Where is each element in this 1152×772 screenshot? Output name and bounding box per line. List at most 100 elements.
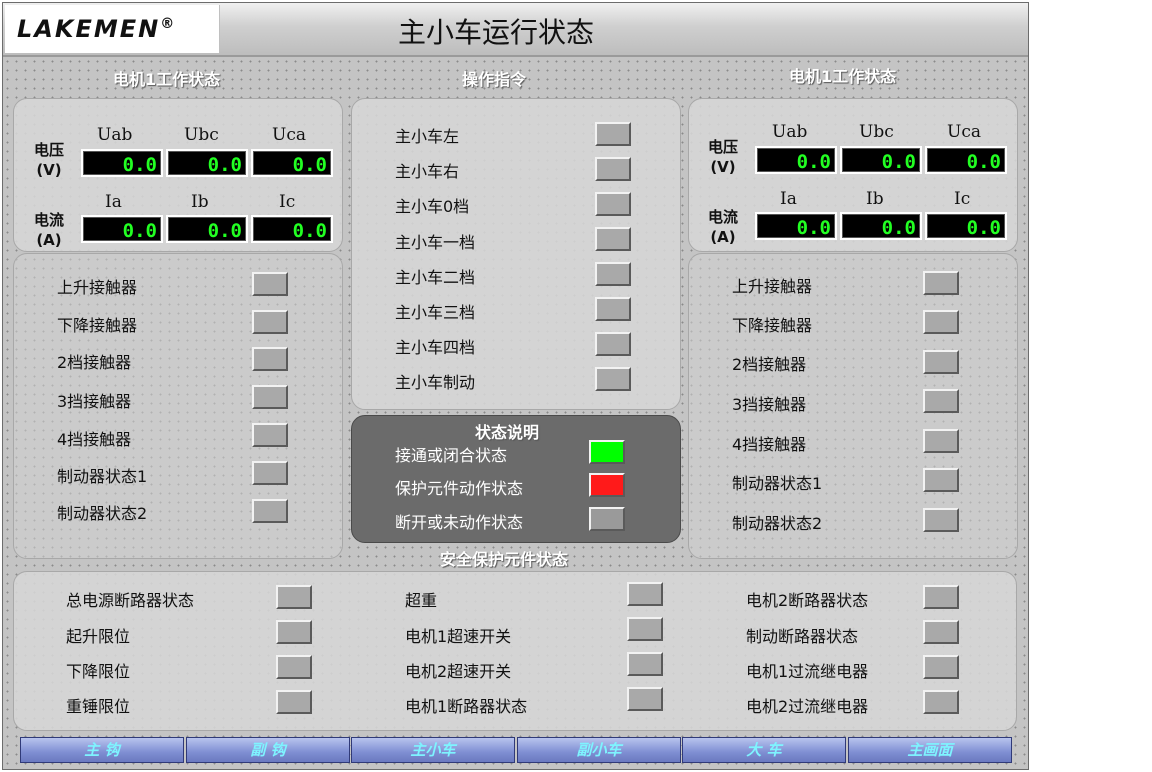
legend-swatch-protect (589, 473, 625, 497)
motor2-indicator (923, 271, 959, 295)
motor2-row-label: 下降接触器 (732, 316, 813, 335)
motor2-uab-label: Uab (772, 122, 808, 142)
motor2-ubc-label: Ubc (859, 122, 894, 142)
safety-indicator (923, 690, 959, 714)
nav-aux-trolley-button[interactable]: 副小车 (517, 737, 681, 763)
motor1-section-title: 电机1工作状态 (113, 70, 221, 89)
motor1-row-label: 2档接触器 (57, 353, 132, 372)
motor2-ia-readout: 0.0 (755, 212, 837, 240)
safety-indicator (276, 585, 312, 609)
motor2-row-label: 3挡接触器 (732, 395, 807, 414)
command-indicator (595, 157, 631, 181)
safety-label: 重锤限位 (66, 697, 131, 716)
legend-swatch-off (589, 507, 625, 531)
motor2-indicator (923, 310, 959, 334)
motor1-row-label: 3挡接触器 (57, 392, 132, 411)
safety-label: 制动断路器状态 (746, 627, 859, 646)
motor1-indicator (252, 461, 288, 485)
safety-indicator (923, 585, 959, 609)
command-indicator (595, 367, 631, 391)
motor1-uca-label: Uca (272, 125, 306, 145)
motor2-ib-label: Ib (866, 189, 884, 209)
motor1-uab-readout: 0.0 (81, 149, 163, 177)
motor2-ia-label: Ia (780, 189, 797, 209)
safety-indicator (276, 655, 312, 679)
motor1-indicator (252, 385, 288, 409)
command-label: 主小车0档 (395, 197, 470, 216)
motor1-uca-readout: 0.0 (251, 149, 333, 177)
motor2-row-label: 4挡接触器 (732, 435, 807, 454)
motor2-indicator (923, 350, 959, 374)
safety-label: 电机1过流继电器 (746, 662, 869, 681)
motor1-indicator (252, 423, 288, 447)
motor2-section-title: 电机1工作状态 (789, 67, 897, 86)
safety-indicator (627, 652, 663, 676)
safety-label: 电机2过流继电器 (746, 697, 869, 716)
motor1-indicator (252, 310, 288, 334)
nav-main-trolley-button[interactable]: 主小车 (351, 737, 515, 763)
nav-main-hook-button[interactable]: 主 钩 (20, 737, 184, 763)
motor1-indicator (252, 499, 288, 523)
motor1-ib-label: Ib (191, 192, 209, 212)
page-title: 主小车运行状态 (398, 16, 595, 49)
legend-label-protect: 保护元件动作状态 (395, 479, 524, 498)
motor1-indicator (252, 272, 288, 296)
command-indicator (595, 297, 631, 321)
motor2-indicator (923, 389, 959, 413)
motor2-indicator (923, 429, 959, 453)
motor2-uca-label: Uca (947, 122, 981, 142)
nav-gantry-button[interactable]: 大 车 (682, 737, 846, 763)
motor2-ib-readout: 0.0 (840, 212, 922, 240)
hmi-screen: LAKEMEN® 主小车运行状态 电机1工作状态 操作指令 电机1工作状态 电压… (2, 2, 1029, 770)
motor1-ib-readout: 0.0 (166, 215, 248, 243)
safety-section-title: 安全保护元件状态 (440, 550, 569, 569)
motor2-current-label: 电流 (A) (707, 208, 738, 246)
command-label: 主小车一档 (395, 233, 476, 252)
safety-label: 起升限位 (66, 627, 131, 646)
safety-label: 超重 (405, 591, 438, 610)
legend-title: 状态说明 (475, 423, 540, 442)
safety-indicator (627, 617, 663, 641)
command-indicator (595, 122, 631, 146)
safety-label: 总电源断路器状态 (66, 591, 195, 610)
company-logo: LAKEMEN® (5, 5, 220, 53)
motor2-row-label: 上升接触器 (732, 277, 813, 296)
safety-indicator (276, 690, 312, 714)
safety-label: 电机2超速开关 (405, 662, 512, 681)
command-indicator (595, 262, 631, 286)
command-label: 主小车四档 (395, 338, 476, 357)
nav-main-screen-button[interactable]: 主画面 (848, 737, 1012, 763)
command-label: 主小车三档 (395, 303, 476, 322)
motor1-current-label: 电流 (A) (33, 211, 64, 249)
command-indicator (595, 332, 631, 356)
motor1-ia-readout: 0.0 (81, 215, 163, 243)
command-label: 主小车左 (395, 127, 460, 146)
command-label: 主小车右 (395, 162, 460, 181)
safety-indicator (627, 582, 663, 606)
motor1-row-label: 制动器状态1 (57, 467, 148, 486)
safety-indicator (923, 620, 959, 644)
command-indicator (595, 192, 631, 216)
safety-indicator (923, 655, 959, 679)
command-indicator (595, 227, 631, 251)
motor2-uca-readout: 0.0 (925, 146, 1007, 174)
logo-text: LAKEMEN® (17, 15, 177, 43)
motor2-ic-readout: 0.0 (925, 212, 1007, 240)
motor1-row-label: 制动器状态2 (57, 504, 148, 523)
safety-indicator (627, 687, 663, 711)
motor2-row-label: 2档接触器 (732, 355, 807, 374)
legend-label-on: 接通或闭合状态 (395, 446, 508, 465)
safety-label: 电机1超速开关 (405, 627, 512, 646)
nav-aux-hook-button[interactable]: 副 钩 (186, 737, 350, 763)
motor1-ubc-label: Ubc (184, 125, 219, 145)
motor1-row-label: 下降接触器 (57, 316, 138, 335)
command-label: 主小车制动 (395, 373, 476, 392)
header-bar: LAKEMEN® 主小车运行状态 (3, 3, 1028, 57)
motor1-ic-label: Ic (279, 192, 296, 212)
motor2-ic-label: Ic (954, 189, 971, 209)
legend-swatch-on (589, 440, 625, 464)
motor2-voltage-label: 电压 (V) (707, 138, 738, 176)
commands-section-title: 操作指令 (462, 70, 527, 89)
safety-label: 电机1断路器状态 (405, 697, 528, 716)
motor1-row-label: 4挡接触器 (57, 430, 132, 449)
